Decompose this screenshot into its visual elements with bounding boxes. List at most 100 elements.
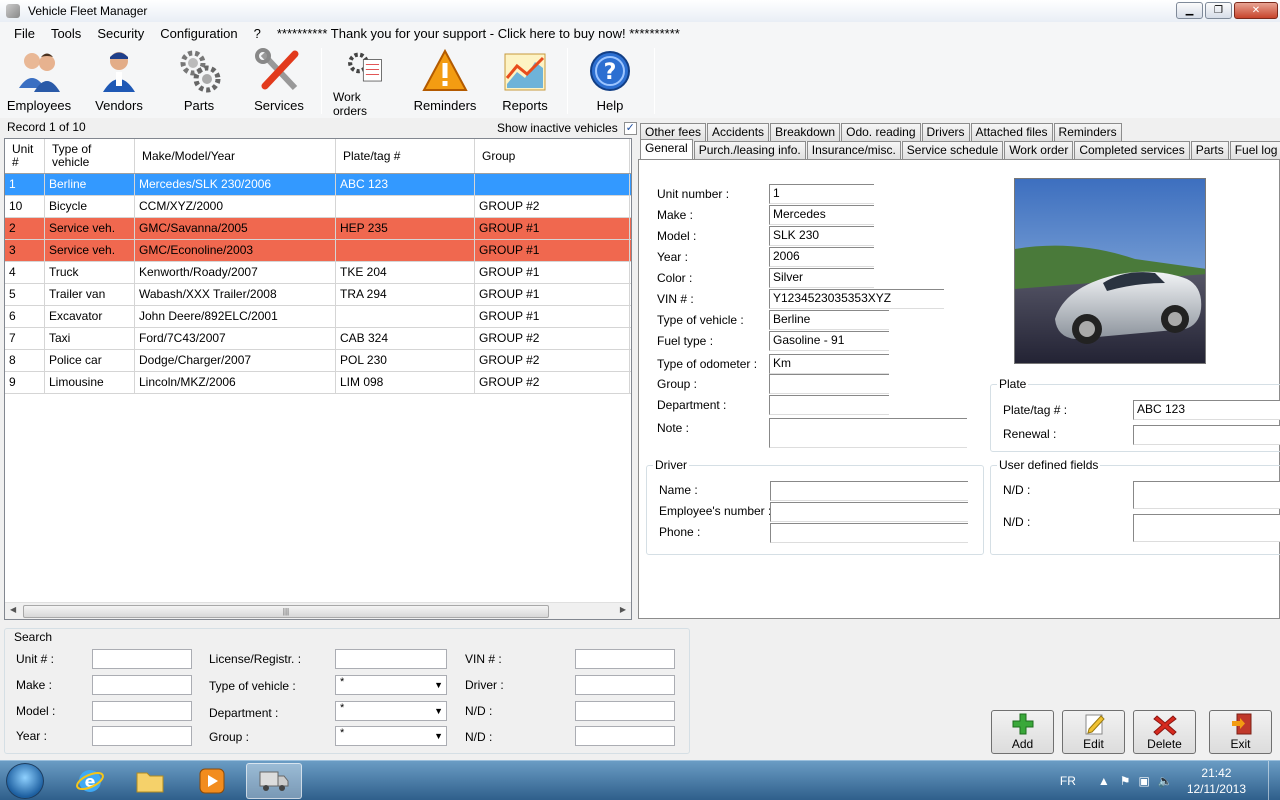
- show-inactive-toggle[interactable]: Show inactive vehicles ✓: [497, 121, 637, 135]
- vendors-button[interactable]: Vendors: [86, 48, 152, 118]
- tab-odo-reading[interactable]: Odo. reading: [841, 123, 921, 141]
- table-row[interactable]: 5 Trailer van Wabash/XXX Trailer/2008 TRA 2…: [5, 284, 631, 306]
- search-vin-input[interactable]: [575, 649, 675, 669]
- group-field[interactable]: [769, 374, 889, 394]
- tab-reminders[interactable]: Reminders: [1053, 123, 1122, 141]
- tab-fuel-log[interactable]: Fuel log: [1229, 141, 1280, 159]
- delete-button[interactable]: Delete: [1133, 710, 1196, 754]
- color-field[interactable]: Silver: [769, 268, 874, 288]
- table-row[interactable]: 4 Truck Kenworth/Roady/2007 TKE 204 GROUP #1: [5, 262, 631, 284]
- fuel-type-field[interactable]: Gasoline - 91: [769, 331, 889, 351]
- tab-work-order[interactable]: Work order: [1004, 141, 1074, 159]
- menu-configuration[interactable]: Configuration: [152, 26, 245, 41]
- tab-completed-services[interactable]: Completed services: [1074, 141, 1190, 159]
- search-nd1-input[interactable]: [575, 701, 675, 721]
- odometer-type-field[interactable]: Km: [769, 354, 889, 374]
- cell-group: GROUP #2: [475, 350, 630, 371]
- flag-icon[interactable]: ⚑: [1120, 774, 1131, 788]
- udf-nd2-field[interactable]: [1133, 514, 1280, 542]
- work-orders-button[interactable]: Work orders: [333, 48, 397, 118]
- make-field[interactable]: Mercedes: [769, 205, 874, 225]
- edit-button[interactable]: Edit: [1062, 710, 1125, 754]
- table-row[interactable]: 10 Bicycle CCM/XYZ/2000 GROUP #2: [5, 196, 631, 218]
- exit-button[interactable]: Exit: [1209, 710, 1272, 754]
- minimize-button[interactable]: ▁: [1176, 2, 1203, 19]
- table-row[interactable]: 3 Service veh. GMC/Econoline/2003 GROUP #1: [5, 240, 631, 262]
- table-row[interactable]: 7 Taxi Ford/7C43/2007 CAB 324 GROUP #2: [5, 328, 631, 350]
- search-nd2-input[interactable]: [575, 726, 675, 746]
- scroll-left-icon[interactable]: ◀: [10, 605, 16, 614]
- table-row[interactable]: 9 Limousine Lincoln/MKZ/2006 LIM 098 GROUP #…: [5, 372, 631, 394]
- taskbar-fleet-manager[interactable]: [246, 763, 302, 799]
- show-hidden-icons[interactable]: ▲: [1098, 774, 1110, 788]
- tab-service-schedule[interactable]: Service schedule: [901, 141, 1004, 159]
- table-row[interactable]: 6 Excavator John Deere/892ELC/2001 GROUP #1: [5, 306, 631, 328]
- tab-drivers[interactable]: Drivers: [921, 123, 970, 141]
- employee-number-field[interactable]: [770, 502, 968, 522]
- taskbar-media[interactable]: [184, 763, 240, 799]
- tab-breakdown[interactable]: Breakdown: [770, 123, 841, 141]
- tab-insurance-misc[interactable]: Insurance/misc.: [806, 141, 901, 159]
- col-type[interactable]: Type of vehicle: [45, 139, 135, 173]
- maximize-button[interactable]: ❐: [1205, 2, 1232, 19]
- col-make-model-year[interactable]: Make/Model/Year: [135, 139, 336, 173]
- unit-number-field[interactable]: 1: [769, 184, 874, 204]
- menu-file[interactable]: File: [0, 26, 43, 41]
- model-field[interactable]: SLK 230: [769, 226, 874, 246]
- table-row[interactable]: 2 Service veh. GMC/Savanna/2005 HEP 235 GROU…: [5, 218, 631, 240]
- tab-parts[interactable]: Parts: [1190, 141, 1229, 159]
- search-unit-input[interactable]: [92, 649, 192, 669]
- vehicle-type-field[interactable]: Berline: [769, 310, 889, 330]
- horizontal-scrollbar[interactable]: ◀ ||| ▶: [5, 602, 631, 619]
- help-button[interactable]: ? Help: [582, 48, 638, 118]
- buy-now-link[interactable]: ********** Thank you for your support - …: [269, 26, 688, 41]
- network-icon[interactable]: ▣: [1139, 774, 1150, 788]
- language-indicator[interactable]: FR: [1060, 774, 1076, 788]
- search-year-input[interactable]: [92, 726, 192, 746]
- table-row[interactable]: 1 Berline Mercedes/SLK 230/2006 ABC 123: [5, 174, 631, 196]
- search-driver-input[interactable]: [575, 675, 675, 695]
- reminders-button[interactable]: Reminders: [410, 48, 480, 118]
- close-button[interactable]: ✕: [1234, 2, 1278, 19]
- year-field[interactable]: 2006: [769, 247, 874, 267]
- start-button[interactable]: [6, 763, 44, 799]
- renewal-field[interactable]: [1133, 425, 1280, 445]
- vin-field[interactable]: Y1234523035353XYZ: [769, 289, 944, 309]
- clock[interactable]: 21:42 12/11/2013: [1187, 765, 1246, 797]
- col-plate[interactable]: Plate/tag #: [336, 139, 475, 173]
- tab-purch-leasing-info[interactable]: Purch./leasing info.: [693, 141, 806, 159]
- scroll-right-icon[interactable]: ▶: [620, 605, 626, 614]
- employees-button[interactable]: Employees: [4, 48, 74, 118]
- show-inactive-checkbox[interactable]: ✓: [623, 121, 637, 135]
- note-field[interactable]: [769, 418, 967, 448]
- search-type-select[interactable]: * ▼: [335, 675, 447, 695]
- tab-general[interactable]: General: [640, 139, 693, 159]
- tab-accidents[interactable]: Accidents: [707, 123, 770, 141]
- search-make-input[interactable]: [92, 675, 192, 695]
- volume-icon[interactable]: 🔈: [1158, 774, 1173, 788]
- menu-help[interactable]: ?: [246, 26, 269, 41]
- services-button[interactable]: Services: [248, 48, 310, 118]
- udf-nd1-field[interactable]: [1133, 481, 1280, 509]
- department-field[interactable]: [769, 395, 889, 415]
- search-group-select[interactable]: * ▼: [335, 726, 447, 746]
- scrollbar-thumb[interactable]: |||: [23, 605, 549, 618]
- search-department-select[interactable]: * ▼: [335, 701, 447, 721]
- search-license-input[interactable]: [335, 649, 447, 669]
- phone-field[interactable]: [770, 523, 968, 543]
- driver-name-field[interactable]: [770, 481, 968, 501]
- tab-attached-files[interactable]: Attached files: [970, 123, 1053, 141]
- col-group[interactable]: Group: [475, 139, 630, 173]
- menu-security[interactable]: Security: [89, 26, 152, 41]
- menu-tools[interactable]: Tools: [43, 26, 89, 41]
- reports-button[interactable]: Reports: [496, 48, 554, 118]
- search-model-input[interactable]: [92, 701, 192, 721]
- plate-tag-field[interactable]: ABC 123: [1133, 400, 1280, 420]
- taskbar-explorer[interactable]: [122, 763, 178, 799]
- taskbar-ie[interactable]: e: [62, 763, 118, 799]
- parts-button[interactable]: Parts: [170, 48, 228, 118]
- add-button[interactable]: Add: [991, 710, 1054, 754]
- show-desktop-button[interactable]: [1268, 761, 1280, 800]
- table-row[interactable]: 8 Police car Dodge/Charger/2007 POL 230 GROU…: [5, 350, 631, 372]
- col-unit[interactable]: Unit #: [5, 139, 45, 173]
